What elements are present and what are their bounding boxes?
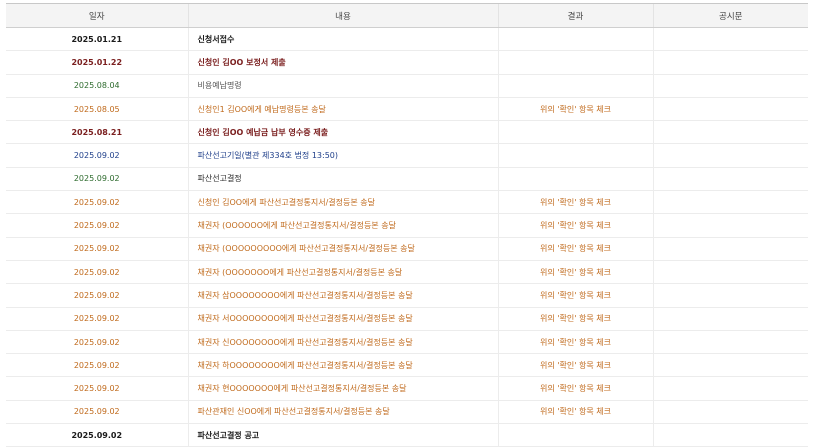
table-row: 2025.09.02 채권자 하OOOOOOOO에게 파산선고결정통지서/결정등본… [6, 353, 808, 378]
table-row: 2025.09.02 파산선고기일(별관 제334호 법정 13:50) [6, 143, 808, 168]
header-notice: 공시문 [652, 3, 808, 28]
cell-content: 신청인1 김OO에게 예납명령등본 송달 [187, 97, 498, 122]
cell-content: 파산관재인 신OO에게 파산선고결정통지서/결정등본 송달 [187, 400, 498, 425]
table-row: 2025.09.02 채권자 (OOOOOOOOO에게 파산선고결정통지서/결정등… [6, 237, 808, 261]
table-row: 2025.09.02 채권자 (OOOOOO에게 파산선고결정통지서/결정등본 송… [6, 213, 808, 238]
cell-content: 비용예납명령 [187, 74, 498, 98]
table-row: 2025.09.02 채권자 (OOOOOOO에게 파산선고결정통지서/결정등본 … [6, 260, 808, 285]
cell-date: 2025.09.02 [6, 143, 188, 168]
cell-content: 채권자 (OOOOOOOOO에게 파산선고결정통지서/결정등본 송달 [187, 237, 498, 261]
table-row: 2025.09.02 채권자 현OOOOOOO에게 파산선고결정통지서/결정등본 … [6, 376, 808, 401]
cell-content: 채권자 (OOOOOO에게 파산선고결정통지서/결정등본 송달 [187, 213, 498, 238]
cell-notice [652, 120, 808, 145]
header-date: 일자 [6, 3, 188, 28]
cell-content: 파산선고결정 공고 [187, 423, 498, 448]
cell-notice [652, 167, 808, 192]
cell-content: 채권자 현OOOOOOO에게 파산선고결정통지서/결정등본 송달 [187, 376, 498, 401]
cell-result: 위의 '확인' 항목 체크 [497, 283, 653, 308]
table-row: 2025.08.21 신청인 김OO 예납금 납부 영수증 제출 [6, 120, 808, 145]
cell-date: 2025.09.02 [6, 400, 188, 425]
cell-content: 신청인 김OO 보정서 제출 [187, 50, 498, 75]
cell-content: 채권자 하OOOOOOOO에게 파산선고결정통지서/결정등본 송달 [187, 353, 498, 378]
cell-content: 채권자 (OOOOOOO에게 파산선고결정통지서/결정등본 송달 [187, 260, 498, 285]
cell-result: 위의 '확인' 항목 체크 [497, 237, 653, 261]
cell-result [497, 143, 653, 168]
cell-result: 위의 '확인' 항목 체크 [497, 307, 653, 331]
table-body: 2025.01.21 신청서접수 2025.01.22 신청인 김OO 보정서 제출 2… [6, 27, 808, 448]
cell-notice [652, 330, 808, 355]
cell-content: 파산선고기일(별관 제334호 법정 13:50) [187, 143, 498, 168]
table-row: 2025.08.04 비용예납명령 [6, 74, 808, 98]
cell-result [497, 120, 653, 145]
cell-notice [652, 74, 808, 98]
cell-notice [652, 50, 808, 75]
cell-date: 2025.09.02 [6, 237, 188, 261]
cell-result: 위의 '확인' 항목 체크 [497, 97, 653, 122]
cell-date: 2025.09.02 [6, 307, 188, 331]
cell-notice [652, 190, 808, 215]
cell-result: 위의 '확인' 항목 체크 [497, 260, 653, 285]
cell-content: 신청인 김OO 예납금 납부 영수증 제출 [187, 120, 498, 145]
table-row: 2025.09.02 신청인 김OO에게 파산선고결정통지서/결정등본 송달 위의 … [6, 190, 808, 215]
cell-notice [652, 400, 808, 425]
case-progress-table-container: 일자 내용 결과 공시문 2025.01.21 신청서접수 2025.01.22 신청… [6, 3, 808, 448]
cell-result [497, 167, 653, 192]
cell-notice [652, 27, 808, 52]
cell-notice [652, 353, 808, 378]
cell-notice [652, 307, 808, 331]
case-progress-table: 일자 내용 결과 공시문 2025.01.21 신청서접수 2025.01.22 신청… [6, 3, 808, 448]
cell-date: 2025.09.02 [6, 213, 188, 238]
cell-notice [652, 283, 808, 308]
cell-date: 2025.09.02 [6, 190, 188, 215]
cell-result: 위의 '확인' 항목 체크 [497, 376, 653, 401]
cell-date: 2025.09.02 [6, 167, 188, 192]
cell-result: 위의 '확인' 항목 체크 [497, 213, 653, 238]
table-row: 2025.01.22 신청인 김OO 보정서 제출 [6, 50, 808, 75]
cell-date: 2025.08.05 [6, 97, 188, 122]
cell-result [497, 74, 653, 98]
table-row: 2025.09.02 파산선고결정 [6, 167, 808, 192]
cell-notice [652, 423, 808, 448]
cell-content: 채권자 서OOOOOOOO에게 파산선고결정통지서/결정등본 송달 [187, 307, 498, 331]
cell-date: 2025.01.21 [6, 27, 188, 52]
cell-result [497, 423, 653, 448]
table-row: 2025.09.02 채권자 삼OOOOOOOO에게 파산선고결정통지서/결정등본… [6, 283, 808, 308]
cell-date: 2025.08.04 [6, 74, 188, 98]
table-row: 2025.09.02 채권자 서OOOOOOOO에게 파산선고결정통지서/결정등본… [6, 307, 808, 331]
cell-result: 위의 '확인' 항목 체크 [497, 353, 653, 378]
cell-notice [652, 213, 808, 238]
table-row: 2025.09.02 파산관재인 신OO에게 파산선고결정통지서/결정등본 송달 위… [6, 400, 808, 425]
table-row: 2025.09.02 채권자 신OOOOOOOO에게 파산선고결정통지서/결정등본… [6, 330, 808, 355]
cell-date: 2025.09.02 [6, 423, 188, 448]
header-content: 내용 [187, 3, 498, 28]
table-header: 일자 내용 결과 공시문 [6, 3, 808, 28]
cell-date: 2025.09.02 [6, 283, 188, 308]
cell-result [497, 27, 653, 52]
cell-date: 2025.09.02 [6, 330, 188, 355]
cell-notice [652, 260, 808, 285]
cell-date: 2025.01.22 [6, 50, 188, 75]
cell-notice [652, 143, 808, 168]
cell-result: 위의 '확인' 항목 체크 [497, 400, 653, 425]
cell-content: 신청인 김OO에게 파산선고결정통지서/결정등본 송달 [187, 190, 498, 215]
cell-content: 채권자 신OOOOOOOO에게 파산선고결정통지서/결정등본 송달 [187, 330, 498, 355]
table-row: 2025.08.05 신청인1 김OO에게 예납명령등본 송달 위의 '확인' 항목… [6, 97, 808, 122]
cell-result: 위의 '확인' 항목 체크 [497, 190, 653, 215]
cell-date: 2025.09.02 [6, 353, 188, 378]
cell-notice [652, 237, 808, 261]
cell-result [497, 50, 653, 75]
cell-content: 채권자 삼OOOOOOOO에게 파산선고결정통지서/결정등본 송달 [187, 283, 498, 308]
cell-notice [652, 97, 808, 122]
table-row: 2025.01.21 신청서접수 [6, 27, 808, 52]
header-result: 결과 [497, 3, 653, 28]
cell-date: 2025.09.02 [6, 376, 188, 401]
cell-result: 위의 '확인' 항목 체크 [497, 330, 653, 355]
cell-date: 2025.08.21 [6, 120, 188, 145]
header-row: 일자 내용 결과 공시문 [6, 3, 808, 28]
cell-notice [652, 376, 808, 401]
table-row: 2025.09.02 파산선고결정 공고 [6, 423, 808, 448]
cell-content: 파산선고결정 [187, 167, 498, 192]
cell-content: 신청서접수 [187, 27, 498, 52]
cell-date: 2025.09.02 [6, 260, 188, 285]
